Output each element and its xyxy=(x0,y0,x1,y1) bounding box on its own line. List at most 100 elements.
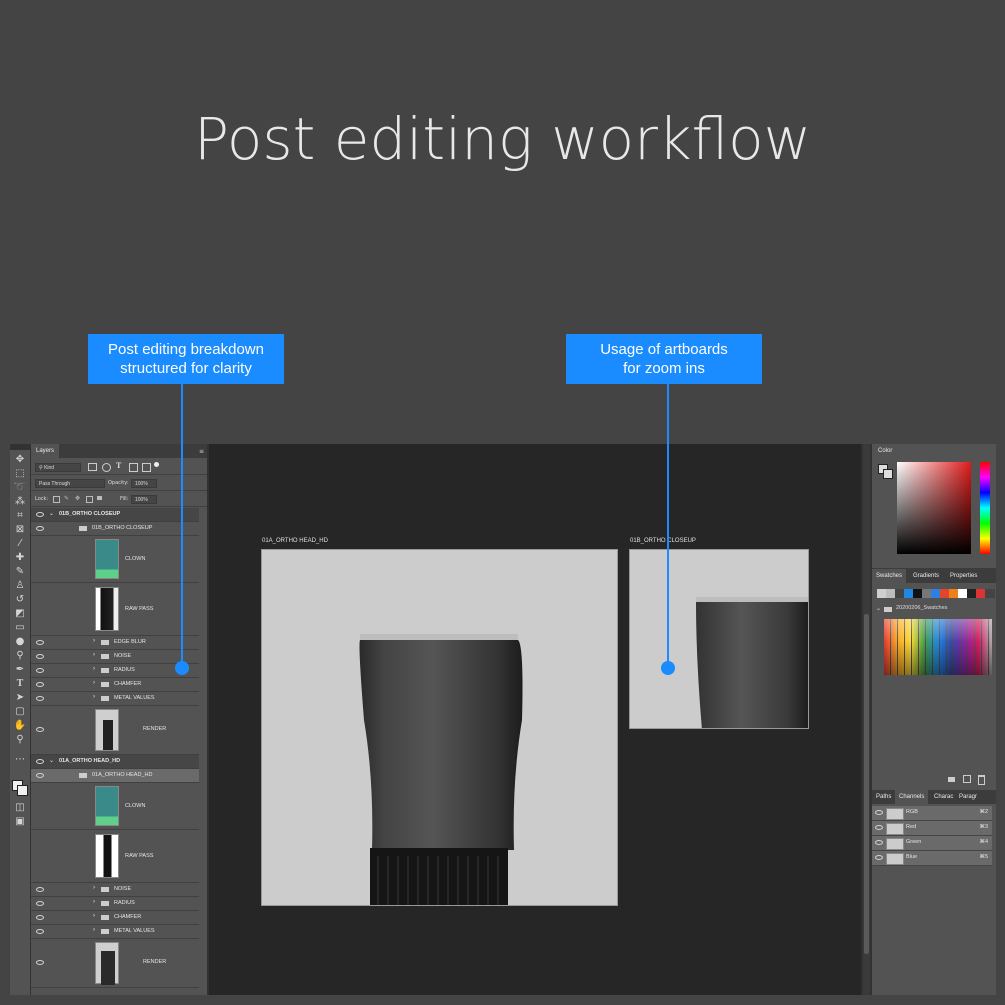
filter-shape-icon[interactable] xyxy=(129,463,138,472)
visibility-eye-icon[interactable] xyxy=(36,526,44,531)
visibility-eye-icon[interactable] xyxy=(36,929,44,934)
tab-paths[interactable]: Paths xyxy=(872,790,895,804)
channel-row-blue[interactable]: Blue ⌘5 xyxy=(872,851,992,866)
hue-slider[interactable] xyxy=(980,462,990,554)
visibility-eye-icon[interactable] xyxy=(875,855,883,860)
opacity-input[interactable]: 100% xyxy=(131,479,157,488)
tab-color[interactable]: Color xyxy=(874,444,896,458)
layer-row[interactable]: › NOISE xyxy=(31,650,199,664)
layer-row[interactable]: › NOISE xyxy=(31,883,199,897)
layer-row[interactable]: › EDGE BLUR xyxy=(31,636,199,650)
visibility-eye-icon[interactable] xyxy=(36,640,44,645)
visibility-eye-icon[interactable] xyxy=(36,960,44,965)
layer-row[interactable]: CLOWN xyxy=(31,783,199,830)
panel-menu-icon[interactable]: ≡ xyxy=(199,448,204,455)
healing-tool-icon[interactable]: ✚ xyxy=(13,552,27,564)
tab-paragraph[interactable]: Paragr xyxy=(955,790,981,804)
layer-row[interactable]: › CHAMFER xyxy=(31,678,199,692)
filter-pixel-icon[interactable] xyxy=(88,463,97,471)
magic-wand-tool-icon[interactable]: ⁂ xyxy=(13,496,27,508)
filter-type-icon[interactable]: T xyxy=(116,461,121,470)
lock-paint-icon[interactable]: ✎ xyxy=(64,495,69,502)
artboard-closeup[interactable] xyxy=(629,549,809,729)
layer-row[interactable]: › METAL VALUES xyxy=(31,925,199,939)
visibility-eye-icon[interactable] xyxy=(36,887,44,892)
zoom-tool-icon[interactable]: ⚲ xyxy=(13,734,27,746)
visibility-eye-icon[interactable] xyxy=(36,727,44,732)
filter-toggle-icon[interactable] xyxy=(154,462,159,467)
visibility-eye-icon[interactable] xyxy=(875,825,883,830)
crop-tool-icon[interactable]: ⌗ xyxy=(13,510,27,522)
layer-row[interactable]: RAW PASS xyxy=(31,830,199,883)
filter-kind-select[interactable]: ⚲ Kind xyxy=(35,463,81,472)
pen-tool-icon[interactable]: ✒ xyxy=(13,664,27,676)
tab-swatches[interactable]: Swatches xyxy=(872,569,907,583)
new-group-icon[interactable] xyxy=(948,777,955,782)
frame-tool-icon[interactable]: ⊠ xyxy=(13,524,27,536)
visibility-eye-icon[interactable] xyxy=(36,512,44,517)
marquee-tool-icon[interactable]: ⬚ xyxy=(13,468,27,480)
blur-tool-icon[interactable]: ● xyxy=(13,636,27,648)
eyedropper-tool-icon[interactable]: ⁄ xyxy=(13,538,27,550)
tab-layers[interactable]: Layers xyxy=(31,444,60,458)
document-canvas[interactable]: 01A_ORTHO HEAD_HD 01B_ORTHO CLOSEUP xyxy=(209,444,861,995)
artboard-label-closeup[interactable]: 01B_ORTHO CLOSEUP xyxy=(630,538,696,544)
visibility-eye-icon[interactable] xyxy=(36,915,44,920)
lock-pixels-icon[interactable] xyxy=(53,496,60,503)
scrollbar-thumb[interactable] xyxy=(864,614,869,954)
chevron-down-icon[interactable]: ⌄ xyxy=(876,605,881,612)
visibility-eye-icon[interactable] xyxy=(36,696,44,701)
canvas-scrollbar[interactable] xyxy=(863,444,870,995)
tab-gradients[interactable]: Gradients xyxy=(909,569,943,583)
visibility-eye-icon[interactable] xyxy=(875,810,883,815)
lock-position-icon[interactable]: ✥ xyxy=(75,495,80,502)
layer-row[interactable]: › RADIUS xyxy=(31,664,199,678)
shape-tool-icon[interactable]: ▢ xyxy=(13,706,27,718)
lock-all-icon[interactable] xyxy=(97,496,102,500)
gradient-tool-icon[interactable]: ▭ xyxy=(13,622,27,634)
artboard-main[interactable] xyxy=(261,549,618,906)
layer-subgroup[interactable]: 01B_ORTHO CLOSEUP xyxy=(31,522,199,536)
path-select-tool-icon[interactable]: ➤ xyxy=(13,692,27,704)
delete-swatch-icon[interactable] xyxy=(978,775,985,785)
tab-properties[interactable]: Properties xyxy=(946,569,981,583)
artboard-label-main[interactable]: 01A_ORTHO HEAD_HD xyxy=(262,538,328,544)
visibility-eye-icon[interactable] xyxy=(36,901,44,906)
layer-row[interactable]: RAW PASS xyxy=(31,583,199,636)
layer-row[interactable]: RENDER xyxy=(31,939,199,988)
tab-channels[interactable]: Channels xyxy=(895,790,929,804)
blend-mode-select[interactable]: Pass Through xyxy=(35,479,105,488)
visibility-eye-icon[interactable] xyxy=(875,840,883,845)
tab-character[interactable]: Charac xyxy=(930,790,957,804)
layer-row[interactable]: › RADIUS xyxy=(31,897,199,911)
color-field[interactable] xyxy=(897,462,971,554)
lasso-tool-icon[interactable]: ➰ xyxy=(13,482,27,494)
screen-mode-icon[interactable]: ▣ xyxy=(13,816,27,828)
fill-input[interactable]: 100% xyxy=(131,495,157,504)
channel-row-rgb[interactable]: RGB ⌘2 xyxy=(872,806,992,821)
lock-artboard-icon[interactable] xyxy=(86,496,93,503)
dodge-tool-icon[interactable]: ⚲ xyxy=(13,650,27,662)
channel-row-green[interactable]: Green ⌘4 xyxy=(872,836,992,851)
layer-row[interactable]: CLOWN xyxy=(31,536,199,583)
hand-tool-icon[interactable]: ✋ xyxy=(13,720,27,732)
bg-color-chip[interactable] xyxy=(883,469,893,479)
visibility-eye-icon[interactable] xyxy=(36,654,44,659)
layer-row[interactable]: › METAL VALUES xyxy=(31,692,199,706)
brush-tool-icon[interactable]: ✎ xyxy=(13,566,27,578)
new-swatch-icon[interactable] xyxy=(963,775,971,783)
layer-group-header[interactable]: ⌄ 01B_ORTHO CLOSEUP xyxy=(31,508,199,522)
stamp-tool-icon[interactable]: ♙ xyxy=(13,580,27,592)
layer-subgroup[interactable]: 01A_ORTHO HEAD_HD xyxy=(31,769,199,783)
visibility-eye-icon[interactable] xyxy=(36,668,44,673)
filter-smart-object-icon[interactable] xyxy=(142,463,151,472)
visibility-eye-icon[interactable] xyxy=(36,759,44,764)
visibility-eye-icon[interactable] xyxy=(36,682,44,687)
quick-mask-icon[interactable]: ◫ xyxy=(13,802,27,814)
filter-adjustment-icon[interactable] xyxy=(102,463,111,472)
visibility-eye-icon[interactable] xyxy=(36,773,44,778)
move-tool-icon[interactable]: ✥ xyxy=(13,454,27,466)
eraser-tool-icon[interactable]: ◩ xyxy=(13,608,27,620)
layer-row[interactable]: › CHAMFER xyxy=(31,911,199,925)
layer-row[interactable]: RENDER xyxy=(31,706,199,755)
